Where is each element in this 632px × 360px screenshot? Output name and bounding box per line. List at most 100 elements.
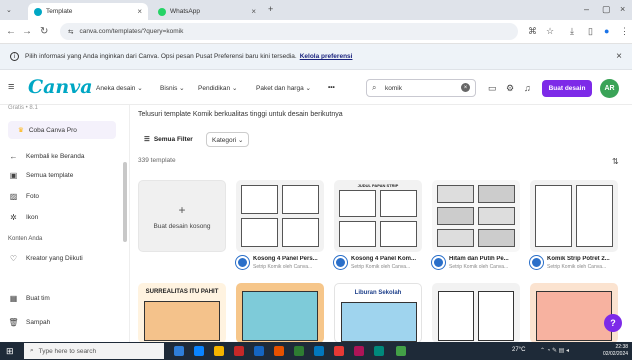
taskview-icon[interactable] — [174, 346, 184, 356]
edge-icon[interactable] — [194, 346, 204, 356]
team-icon: ▦ — [9, 294, 18, 303]
thumb-title: SURREALITAS ITU PAHIT — [145, 289, 219, 295]
template-card[interactable] — [432, 283, 520, 343]
help-button[interactable]: ? — [604, 314, 622, 332]
template-subtitle: Setrip Komik oleh Canva... — [253, 264, 313, 270]
sort-icon[interactable]: ⇅ — [612, 157, 619, 166]
taskbar-search-input[interactable]: ⌕ Type here to search — [24, 343, 164, 359]
bell-icon[interactable]: ♫ — [524, 83, 531, 93]
filter-icon: ☰ — [144, 136, 150, 143]
download-icon[interactable]: ⤓ — [570, 26, 574, 37]
template-card[interactable]: SURREALITAS ITU PAHIT — [138, 283, 226, 343]
translate-icon[interactable]: ⌘ — [528, 26, 537, 37]
nav-pendidikan[interactable]: Pendidikan ⌄ — [198, 84, 237, 92]
close-icon[interactable]: × — [616, 51, 622, 62]
canva-avatar-icon — [432, 256, 445, 269]
office-icon[interactable] — [234, 346, 244, 356]
sidebar-item-beranda[interactable]: ← Kembali ke Beranda — [8, 152, 85, 161]
sidebar-item-ikon[interactable]: ✲ Ikon — [8, 213, 38, 222]
category-dropdown[interactable]: Kategori ⌄ — [206, 132, 250, 147]
sidepanel-icon[interactable]: ▯ — [588, 26, 593, 37]
kebab-menu-icon[interactable]: ⋮ — [620, 26, 629, 37]
bookmark-star-icon[interactable]: ☆ — [546, 26, 554, 37]
template-card[interactable] — [236, 180, 324, 252]
template-meta[interactable]: Hitam dan Putih Pe... Setrip Komik oleh … — [432, 256, 520, 276]
windows-start-icon[interactable]: ⊞ — [6, 346, 14, 357]
all-filters-button[interactable]: ☰ Semua Filter — [138, 131, 199, 147]
create-design-button[interactable]: Buat desain — [542, 80, 592, 97]
hamburger-menu-icon[interactable]: ≡ — [8, 81, 14, 93]
manage-preferences-link[interactable]: Kelola preferensi — [300, 53, 353, 60]
reload-icon[interactable]: ↻ — [40, 26, 48, 37]
url-field[interactable]: ⇆ canva.com/templates/?query=komik — [60, 23, 518, 40]
sidebar-scrollbar[interactable] — [123, 162, 127, 242]
chrome-icon[interactable] — [334, 346, 344, 356]
template-subtitle: Setrip Komik oleh Canva... — [351, 264, 411, 270]
nav-bisnis[interactable]: Bisnis ⌄ — [160, 84, 185, 92]
main-content: Telusuri template Komik berkualitas ting… — [130, 105, 632, 343]
url-text: canva.com/templates/?query=komik — [79, 28, 184, 35]
close-window-icon[interactable]: × — [620, 4, 625, 14]
taskbar-search-placeholder: Type here to search — [38, 347, 97, 355]
template-card[interactable] — [236, 283, 324, 343]
template-card[interactable] — [530, 283, 618, 343]
tab-template[interactable]: Template × — [28, 3, 148, 20]
gear-icon[interactable]: ⚙ — [506, 83, 514, 94]
nav-more[interactable]: ••• — [328, 84, 335, 91]
template-card[interactable]: Liburan Sekolah — [334, 283, 422, 343]
powerpoint-icon[interactable] — [274, 346, 284, 356]
monitor-icon[interactable]: ▭ — [488, 83, 497, 94]
sidebar-item-kreator[interactable]: ♡ Kreator yang Diikuti — [8, 254, 83, 263]
clear-search-icon[interactable]: × — [461, 83, 470, 92]
sidebar-item-sampah[interactable]: 🗑 Sampah — [8, 318, 50, 327]
app-icon[interactable] — [374, 346, 384, 356]
sidebar-item-label: Kembali ke Beranda — [26, 153, 85, 160]
comic-panel — [478, 291, 514, 341]
forward-icon[interactable]: → — [22, 26, 32, 37]
comic-panel — [438, 291, 474, 341]
close-tab-icon[interactable]: × — [251, 7, 256, 16]
minimize-icon[interactable]: – — [584, 4, 589, 14]
maximize-icon[interactable]: ▢ — [602, 4, 611, 15]
sidebar-item-label: Kreator yang Diikuti — [26, 255, 83, 262]
canva-logo[interactable]: Canva — [28, 76, 93, 98]
template-meta[interactable]: Kosong 4 Panel Pers... Setrip Komik oleh… — [236, 256, 324, 276]
tab-menu-chevron-icon[interactable]: ⌄ — [6, 6, 12, 14]
thumb-title: JUDUL PAPAN STRIP — [357, 183, 399, 188]
preferences-banner: i Pilih informasi yang Anda inginkan dar… — [0, 44, 632, 70]
template-meta[interactable]: Kosong 4 Panel Kom... Setrip Komik oleh … — [334, 256, 422, 276]
app-icon[interactable] — [396, 346, 406, 356]
comic-panels — [535, 185, 613, 247]
sidebar-item-template[interactable]: ▣ Semua template — [8, 171, 74, 180]
back-icon[interactable]: ← — [6, 26, 16, 37]
avatar[interactable]: AR — [600, 79, 619, 98]
sidebar-item-buat-tim[interactable]: ▦ Buat tim — [8, 294, 50, 303]
app-icon[interactable] — [354, 346, 364, 356]
try-canva-pro-button[interactable]: ♛ Coba Canva Pro — [8, 121, 116, 139]
excel-icon[interactable] — [294, 346, 304, 356]
close-tab-icon[interactable]: × — [137, 7, 142, 16]
create-blank-card[interactable]: + Buat desain kosong — [138, 180, 226, 252]
template-card[interactable] — [530, 180, 618, 252]
nav-paket-harga[interactable]: Paket dan harga ⌄ — [256, 84, 311, 92]
sidebar-item-label: Semua template — [26, 172, 74, 179]
template-card[interactable] — [432, 180, 520, 252]
weather-text[interactable]: 27°C — [512, 347, 525, 353]
nav-aneka-desain[interactable]: Aneka desain ⌄ — [96, 84, 143, 92]
profile-icon[interactable]: ● — [604, 26, 609, 36]
word-icon[interactable] — [254, 346, 264, 356]
template-card[interactable]: JUDUL PAPAN STRIP — [334, 180, 422, 252]
site-info-icon[interactable]: ⇆ — [68, 28, 73, 36]
template-count: 339 template — [138, 157, 176, 164]
store-icon[interactable] — [314, 346, 324, 356]
new-tab-button[interactable]: + — [268, 4, 273, 14]
tab-whatsapp[interactable]: WhatsApp × — [152, 3, 262, 20]
system-tray-icons[interactable]: ⌃ ◔ ✎ ▤ ◂ — [540, 347, 569, 354]
search-input[interactable]: ⌕ komik × — [366, 79, 476, 97]
sidebar-item-foto[interactable]: ▨ Foto — [8, 192, 39, 201]
template-meta[interactable]: Komik Strip Potret 2... Setrip Komik ole… — [530, 256, 618, 276]
clock-date: 02/02/2024 — [603, 351, 629, 357]
explorer-icon[interactable] — [214, 346, 224, 356]
search-icon: ⌕ — [30, 347, 34, 354]
clock[interactable]: 22:38 02/02/2024 — [603, 344, 628, 358]
